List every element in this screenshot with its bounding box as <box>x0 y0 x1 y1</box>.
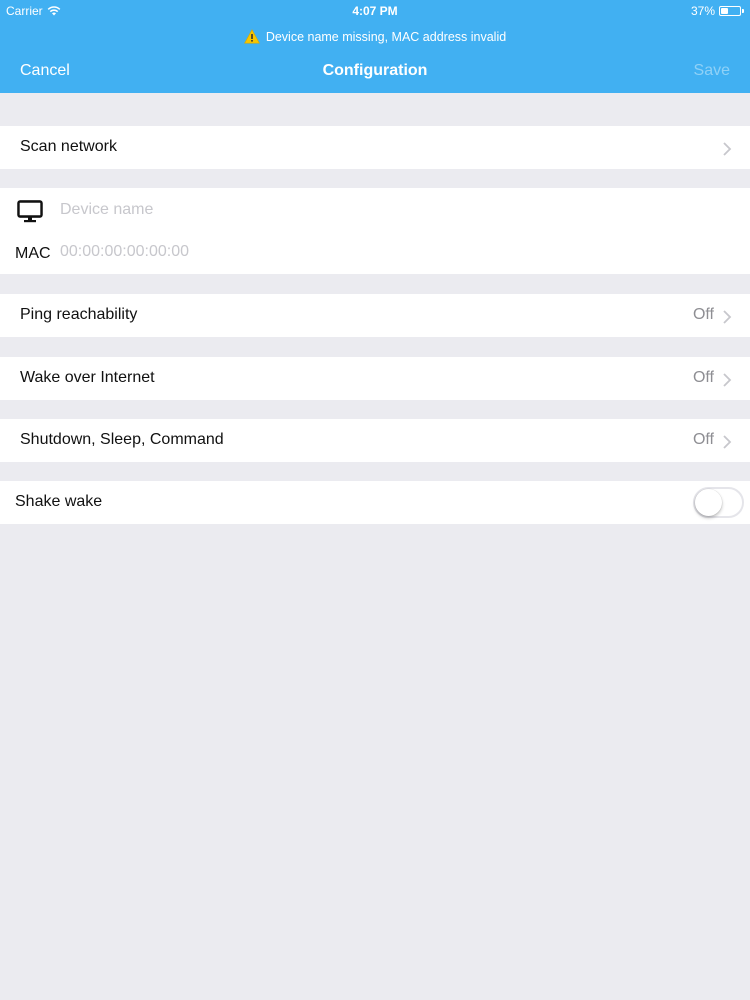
toggle-knob <box>695 489 722 516</box>
shutdown-sleep-command-value: Off <box>692 431 714 448</box>
page-title: Configuration <box>322 62 428 79</box>
validation-warning: Device name missing, MAC address invalid <box>0 29 750 44</box>
warning-icon <box>243 29 260 44</box>
wake-over-internet-row[interactable]: Wake over Internet Off <box>0 357 750 400</box>
battery-indicator: 37% <box>691 4 744 18</box>
mac-address-input[interactable] <box>60 241 720 263</box>
status-time: 4:07 PM <box>352 4 398 18</box>
battery-fill <box>721 8 728 14</box>
ping-reachability-value: Off <box>692 306 714 323</box>
shake-wake-toggle[interactable] <box>693 487 744 518</box>
save-button[interactable]: Save <box>694 62 730 80</box>
monitor-icon <box>17 200 43 223</box>
navigation-bar: Cancel Configuration Save <box>0 56 750 86</box>
shutdown-sleep-command-row[interactable]: Shutdown, Sleep, Command Off <box>0 419 750 462</box>
scan-network-row[interactable]: Scan network <box>0 126 750 169</box>
chevron-right-icon <box>723 310 732 324</box>
status-bar: Carrier 4:07 PM 37% <box>0 0 750 22</box>
chevron-right-icon <box>723 373 732 387</box>
device-name-input[interactable] <box>60 199 720 221</box>
chevron-right-icon <box>723 142 732 156</box>
warning-text: Device name missing, MAC address invalid <box>265 29 507 44</box>
battery-percent: 37% <box>690 4 715 18</box>
mac-label: MAC <box>15 245 51 262</box>
scan-network-label: Scan network <box>20 138 117 155</box>
shake-wake-label: Shake wake <box>15 493 103 510</box>
chevron-right-icon <box>723 435 732 449</box>
wake-over-internet-value: Off <box>692 369 714 386</box>
header: Carrier 4:07 PM 37% Device name missing,… <box>0 0 750 93</box>
wake-over-internet-label: Wake over Internet <box>20 369 155 386</box>
ping-reachability-row[interactable]: Ping reachability Off <box>0 294 750 337</box>
ping-reachability-label: Ping reachability <box>20 306 138 323</box>
shutdown-sleep-command-label: Shutdown, Sleep, Command <box>20 431 224 448</box>
battery-icon <box>719 6 741 16</box>
shake-wake-row: Shake wake <box>0 481 750 524</box>
battery-tip <box>742 9 744 13</box>
